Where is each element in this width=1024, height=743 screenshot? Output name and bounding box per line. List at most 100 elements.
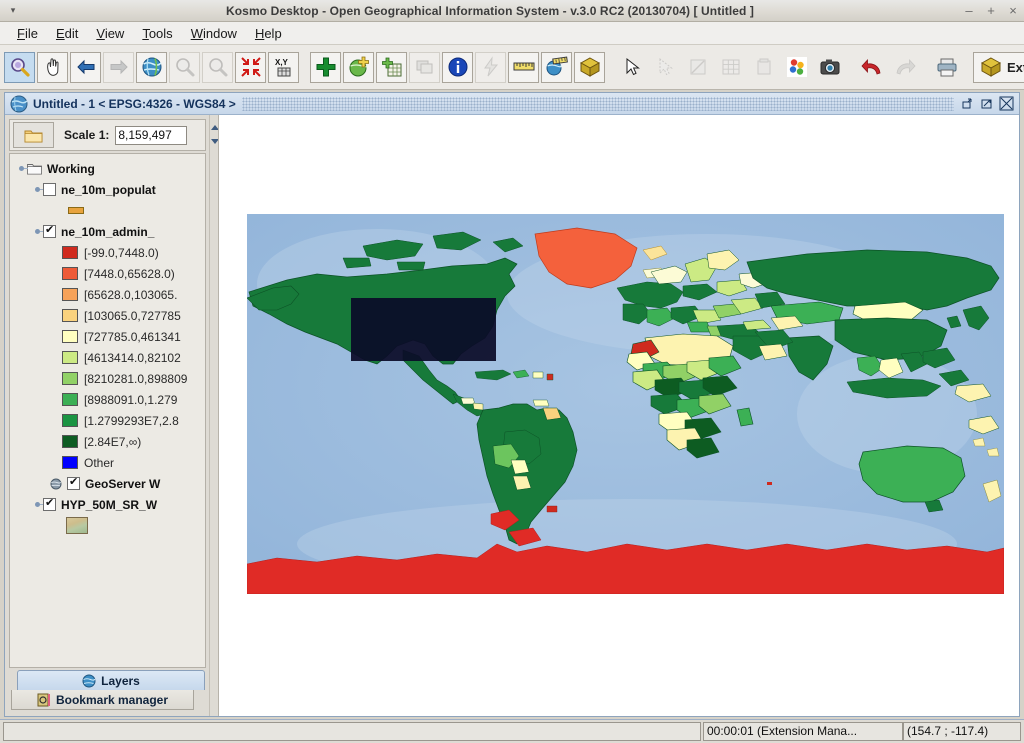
attribute-table-button [715,52,746,83]
tab-layers[interactable]: Layers [17,670,205,690]
map-canvas-container[interactable] [218,115,1019,716]
tree-legend-class[interactable]: Other [10,452,205,473]
close-icon[interactable] [998,96,1015,111]
menu-tools[interactable]: Tools [133,23,181,44]
dock-tabs: Layers Bookmark manager [9,670,206,714]
tree-expander[interactable] [16,163,28,174]
menu-file-label: ile [24,25,38,41]
tree-legend-class[interactable]: [65628.0,103065. [10,284,205,305]
globe-icon [82,674,96,688]
layer-visibility-checkbox[interactable] [43,496,56,511]
layer-label: ne_10m_admin_ [61,224,155,239]
folder-icon[interactable] [13,122,54,148]
pan-tool-button[interactable] [37,51,68,83]
tree-layer-HYP_50M_SR_W[interactable]: HYP_50M_SR_W [10,494,205,515]
window-maximize-button[interactable]: + [980,3,1002,18]
tree-root-working[interactable]: Working [10,158,205,179]
feature-info-button[interactable] [442,51,473,83]
tree-layer-ne_10m_populated_places[interactable]: ne_10m_populat [10,179,205,200]
previous-extent-button[interactable] [70,51,101,83]
tab-layers-label: Layers [101,673,140,688]
menu-window[interactable]: Window [182,23,246,44]
window-minimize-button[interactable]: – [958,3,980,18]
tree-legend-class[interactable]: [2.84E7,∞) [10,431,205,452]
cursor-select-icon [654,56,676,78]
menu-view-label: iew [104,25,125,41]
measure-area-button[interactable] [541,51,572,83]
tree-layer-geoserver-wms[interactable]: GeoServer W [10,473,205,494]
panel-splitter[interactable] [209,115,219,716]
hand-pan-icon [42,56,64,78]
cube-box-icon [579,56,601,78]
menu-edit[interactable]: Edit [47,23,87,44]
tree-legend-class[interactable]: [103065.0,727785 [10,305,205,326]
legend-color-swatch [62,330,78,343]
arrow-right-icon [108,56,130,78]
tree-legend-class[interactable]: [-99.0,7448.0) [10,242,205,263]
three-d-view-button[interactable] [574,51,605,83]
globe-ruler-icon [546,56,568,78]
map-window-titlebar[interactable]: Untitled - 1 < EPSG:4326 - WGS84 > [5,93,1019,115]
tree-expander[interactable] [32,184,44,195]
tab-bookmark-label: Bookmark manager [55,692,169,707]
zoom-to-extent-button[interactable] [235,51,266,83]
window-menu-icon[interactable]: ▾ [4,5,22,16]
tree-layer-ne_10m_admin_0_countries[interactable]: ne_10m_admin_ [10,221,205,242]
measure-distance-button[interactable] [508,51,539,83]
print-button[interactable] [931,52,962,83]
menu-edit-label: dit [64,25,79,41]
menubar: File Edit View Tools Window Help [0,22,1024,45]
tree-legend-class[interactable]: [8988091.0,1.279 [10,389,205,410]
tree-expander[interactable] [32,499,44,510]
globe-small-icon [50,478,62,490]
tree-legend-class[interactable]: [8210281.0,898809 [10,368,205,389]
map-canvas[interactable] [247,214,1004,594]
layer-visibility-checkbox[interactable] [43,183,56,196]
tree-expander[interactable] [32,226,44,237]
legend-class-label: [8988091.0,1.279 [84,392,178,407]
globe-plus-icon [348,56,370,78]
folder-icon [27,163,42,175]
zoom-to-selected-button [169,51,200,83]
zoom-in-tool-button[interactable] [4,51,35,83]
legend-class-label: [1.2799293E7,2.8 [84,413,179,428]
legend-class-label: [103065.0,727785 [84,308,181,323]
tab-bookmark[interactable]: Bookmark manager [11,690,194,710]
xy-coordinate-icon: X,Y [273,56,295,78]
select-pointer-button[interactable] [616,52,647,83]
restore-down-icon[interactable] [960,96,977,111]
info-circle-icon [447,56,469,78]
layer-tree-panel[interactable]: Working ne_10m_populat ne_10m_admin_ [-99.0… [9,153,206,668]
legend-color-swatch [62,372,78,385]
add-table-layer-button[interactable] [376,51,407,83]
zoom-selection-box[interactable] [351,298,496,361]
toolbar-group-3 [615,52,846,83]
maximize-icon[interactable] [979,96,996,111]
screenshot-button[interactable] [814,52,845,83]
layer-visibility-checkbox[interactable] [67,475,80,490]
tree-legend-class[interactable]: [7448.0,65628.0) [10,263,205,284]
undo-button[interactable] [856,52,887,83]
legend-color-swatch [62,393,78,406]
add-wms-layer-button[interactable] [343,51,374,83]
legend-color-swatch [62,351,78,364]
toolbar-group-6: Ext [972,51,1024,83]
go-to-coordinate-button[interactable]: X,Y [268,51,299,83]
layer-visibility-checkbox[interactable] [43,223,56,238]
legend-color-swatch [62,246,78,259]
scale-input[interactable] [115,125,188,145]
window-title: Kosmo Desktop - Open Geographical Inform… [225,3,755,18]
menu-help[interactable]: Help [246,23,291,44]
add-layer-button[interactable] [310,51,341,83]
window-close-button[interactable]: × [1002,3,1024,18]
menu-file[interactable]: File [8,23,47,44]
symbology-button[interactable] [781,52,812,83]
tree-legend-class[interactable]: [727785.0,461341 [10,326,205,347]
legend-class-label: [2.84E7,∞) [84,434,142,449]
zoom-full-extent-button[interactable] [136,51,167,83]
tree-legend-class[interactable]: [4613414.0,82102 [10,347,205,368]
extensions-manager-button[interactable]: Ext [973,51,1024,83]
scale-toolbar: Scale 1: [9,119,206,151]
menu-view[interactable]: View [87,23,133,44]
tree-legend-class[interactable]: [1.2799293E7,2.8 [10,410,205,431]
